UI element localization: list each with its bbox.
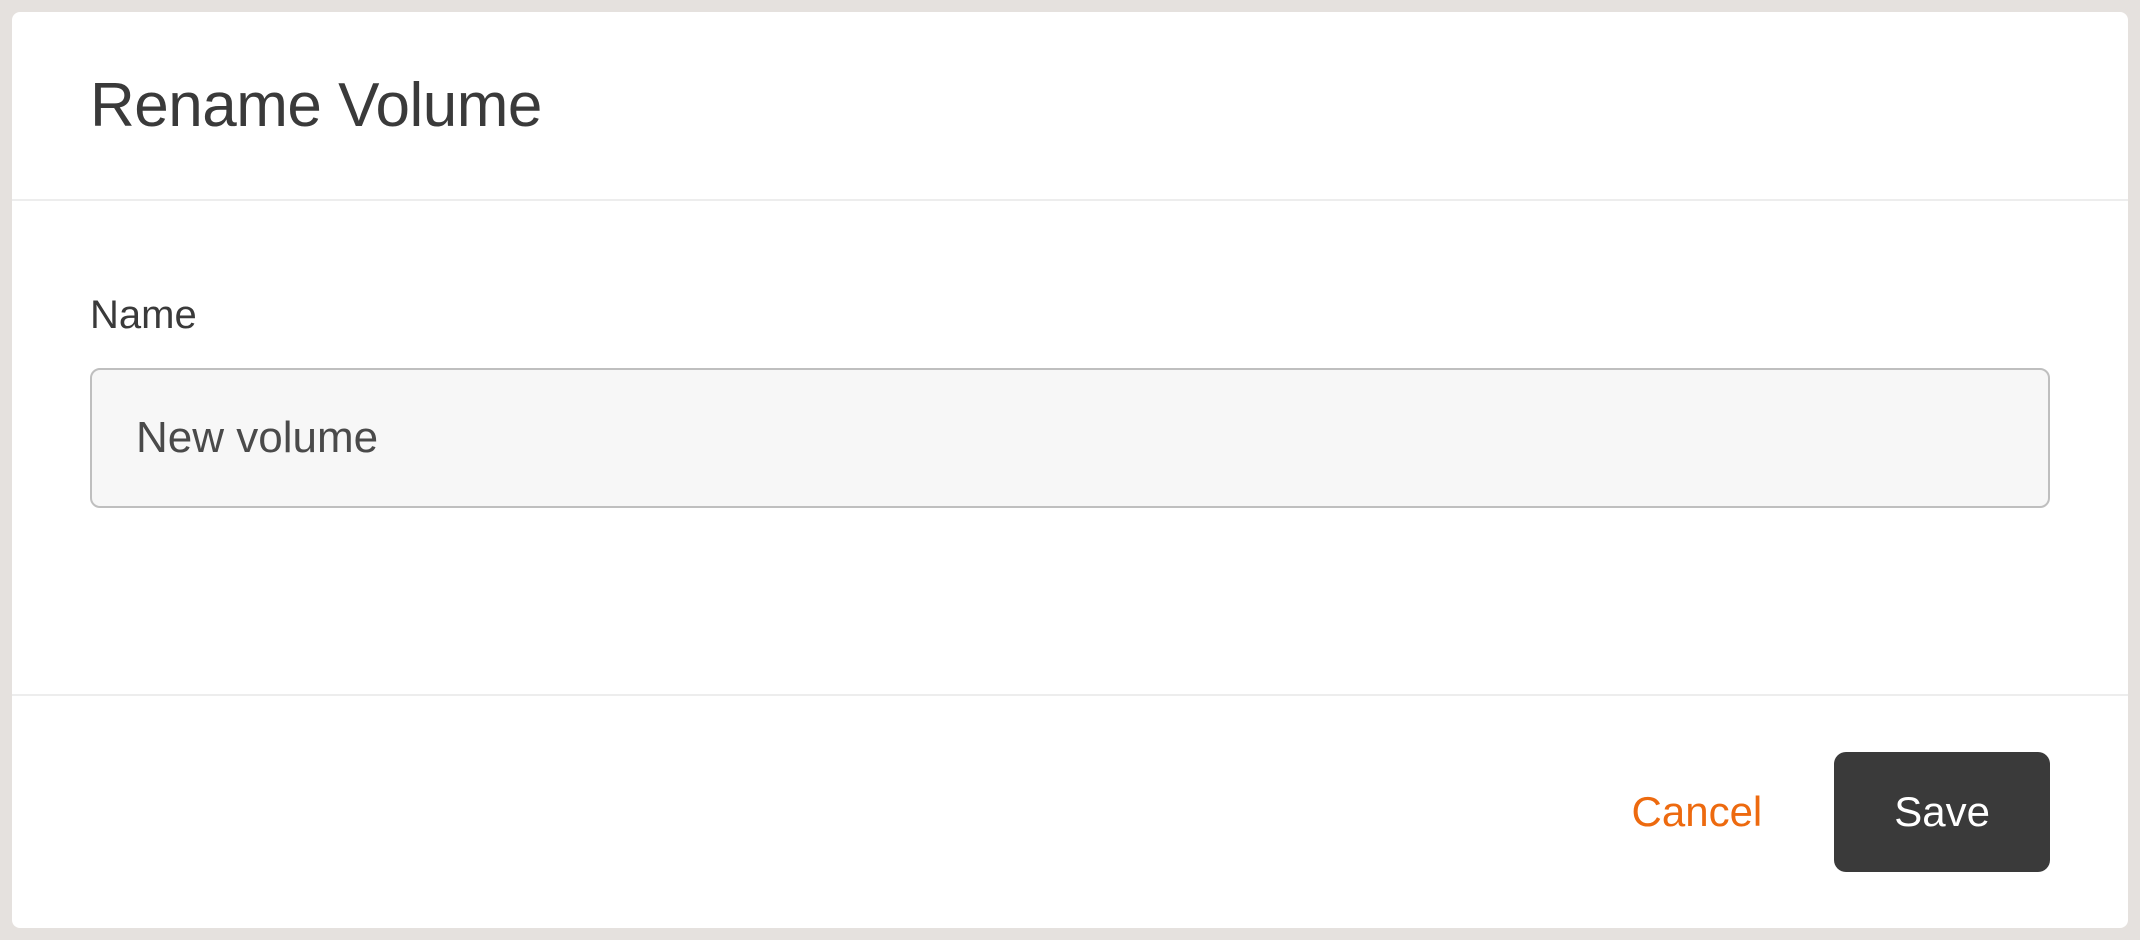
dialog-title: Rename Volume xyxy=(90,70,2050,141)
save-button[interactable]: Save xyxy=(1834,752,2050,872)
dialog-header: Rename Volume xyxy=(12,12,2128,201)
name-field-label: Name xyxy=(90,293,2050,338)
dialog-footer: Cancel Save xyxy=(12,696,2128,928)
dialog-body: Name xyxy=(12,201,2128,696)
cancel-button[interactable]: Cancel xyxy=(1620,780,1775,844)
rename-volume-dialog: Rename Volume Name Cancel Save xyxy=(12,12,2128,928)
name-input[interactable] xyxy=(90,368,2050,508)
